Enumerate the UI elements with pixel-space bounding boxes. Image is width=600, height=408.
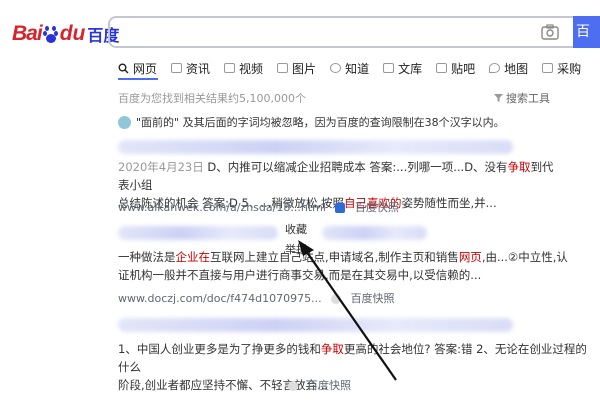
annotation-arrow xyxy=(298,240,397,381)
